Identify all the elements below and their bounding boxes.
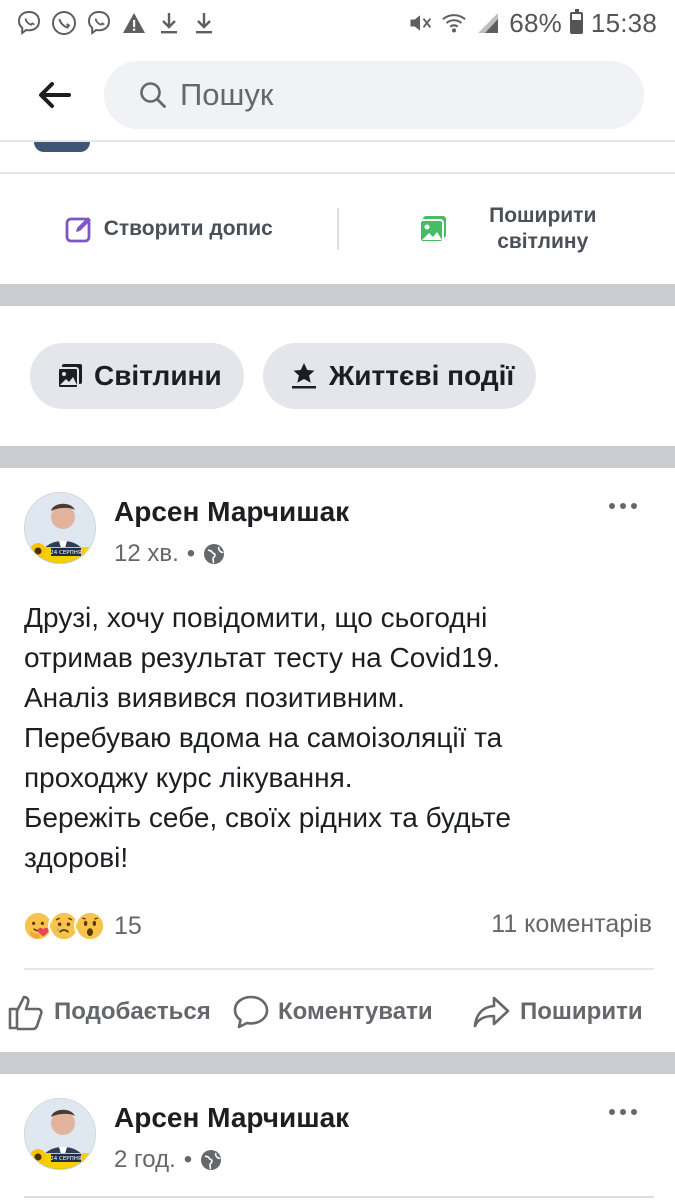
post-author-name[interactable]: Арсен Марчишак	[114, 1102, 349, 1134]
photos-chip-label: Світлини	[94, 360, 222, 391]
warning-icon	[121, 10, 147, 36]
globe-icon	[201, 1150, 222, 1170]
globe-icon	[204, 544, 225, 564]
thumbs-up-icon	[8, 995, 43, 1031]
section-separator	[0, 446, 675, 468]
post-action-bar: Подобається Коментувати Поширити	[0, 984, 675, 1040]
post-options-button[interactable]	[603, 1100, 643, 1124]
post-text-line: Бережіть себе, своїх рідних та будьте	[24, 802, 511, 833]
comment-bubble-icon	[233, 995, 269, 1029]
life-event-icon	[292, 363, 316, 389]
post-author-avatar[interactable]: 24 СЕРПНЯ	[24, 492, 96, 564]
comment-count[interactable]: 11 коментарів	[491, 910, 652, 939]
mute-icon	[407, 10, 433, 36]
section-separator	[0, 284, 675, 306]
composer-actions: Створити допис Поширити світлину	[0, 172, 675, 284]
back-button[interactable]	[18, 59, 90, 131]
post-divider	[24, 968, 654, 970]
life-events-chip[interactable]: Життєві події	[263, 343, 537, 409]
clock: 15:38	[590, 7, 657, 38]
comment-label: Коментувати	[278, 998, 433, 1025]
meta-dot: •	[186, 540, 196, 567]
edit-icon	[65, 217, 91, 243]
system-icons: 68% 15:38	[407, 8, 657, 39]
post-meta: 2 год. •	[114, 1146, 222, 1174]
status-bar: 68% 15:38	[0, 0, 675, 46]
reaction-count: 15	[114, 911, 142, 940]
avatar-badge: 24 СЕРПНЯ	[50, 1156, 82, 1162]
photo-album-icon	[57, 364, 82, 389]
post-text-line: Друзі, хочу повідомити, що сьогодні	[24, 602, 488, 633]
create-post-button[interactable]: Створити допис	[0, 174, 337, 284]
like-label: Подобається	[54, 998, 211, 1025]
share-photo-button[interactable]: Поширити світлину	[339, 174, 675, 284]
search-input[interactable]: Пошук	[104, 61, 644, 129]
search-placeholder: Пошук	[180, 77, 274, 112]
battery-icon	[569, 9, 583, 34]
search-header: Пошук	[0, 50, 675, 140]
profile-avatar-edge	[34, 142, 90, 152]
header-divider	[0, 140, 675, 142]
post-text-line: отримав результат тесту на Covid19.	[24, 642, 501, 673]
more-dots-icon	[609, 503, 615, 509]
share-photo-label-line1: Поширити	[489, 203, 597, 227]
phone-call-icon	[51, 10, 77, 36]
post-text-line: проходжу курс лікування.	[24, 762, 353, 793]
search-icon	[140, 82, 166, 108]
arrow-left-icon	[39, 82, 71, 108]
avatar-badge: 24 СЕРПНЯ	[50, 550, 82, 556]
post-author-avatar[interactable]: 24 СЕРПНЯ	[24, 1098, 96, 1170]
photos-chip[interactable]: Світлини	[30, 343, 244, 409]
battery-percent: 68%	[509, 7, 562, 38]
post-text-line: Перебуваю вдома на самоізоляції та	[24, 722, 503, 753]
post-text-line: здорові!	[24, 842, 129, 873]
share-arrow-icon	[473, 996, 510, 1028]
comment-button[interactable]: Коментувати	[232, 984, 433, 1040]
share-photo-label-line2: світлину	[497, 230, 589, 253]
life-events-chip-label: Життєві події	[329, 360, 515, 391]
post-options-button[interactable]	[603, 494, 643, 518]
create-post-label: Створити допис	[103, 216, 273, 240]
post-body: Друзі, хочу повідомити, що сьогодні отри…	[24, 598, 654, 878]
like-button[interactable]: Подобається	[6, 984, 211, 1040]
download-icon	[156, 10, 182, 36]
post-text-line: Аналіз виявився позитивним.	[24, 682, 405, 713]
post-meta: 12 хв. •	[114, 540, 225, 568]
signal-icon	[475, 10, 501, 36]
post-content-edge	[24, 1196, 654, 1198]
post-timestamp[interactable]: 12 хв.	[114, 540, 179, 568]
wifi-icon	[441, 10, 467, 36]
section-separator	[0, 1052, 675, 1074]
viber-icon	[16, 10, 42, 36]
share-photo-label: Поширити світлину	[489, 203, 596, 256]
download-icon	[191, 10, 217, 36]
post-author-name[interactable]: Арсен Марчишак	[114, 496, 349, 528]
viber-icon	[86, 10, 112, 36]
photo-icon	[419, 216, 447, 243]
more-dots-icon	[609, 1109, 615, 1115]
share-label: Поширити	[520, 998, 643, 1025]
notification-icons	[16, 10, 217, 36]
post-timestamp[interactable]: 2 год.	[114, 1146, 176, 1174]
reactions-summary[interactable]: 15	[22, 910, 142, 942]
wow-reaction-icon	[74, 910, 106, 942]
meta-dot: •	[183, 1146, 193, 1173]
share-button[interactable]: Поширити	[472, 984, 643, 1040]
